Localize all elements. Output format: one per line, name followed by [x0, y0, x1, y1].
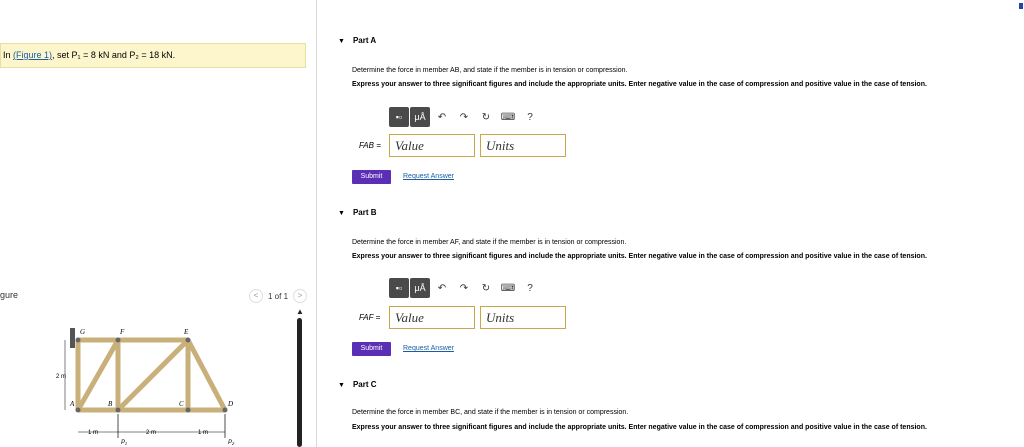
- part-b-title: Part B: [352, 208, 377, 217]
- next-figure-button[interactable]: >: [293, 289, 308, 303]
- part-a-units-input[interactable]: Units: [480, 134, 566, 157]
- dim-label-2: 2 m: [146, 430, 156, 436]
- part-c-header[interactable]: ▼ Part C: [338, 380, 377, 389]
- part-b-units-input[interactable]: Units: [480, 306, 566, 329]
- part-a-instruction: Express your answer to three significant…: [352, 81, 927, 88]
- part-a-question: Determine the force in member AB, and st…: [352, 67, 628, 74]
- undo-icon[interactable]: ↶: [431, 283, 453, 294]
- dim-label-1: 1 m: [88, 430, 98, 436]
- part-b-label: FAF =: [359, 313, 381, 322]
- part-b-header[interactable]: ▼ Part B: [338, 208, 377, 217]
- part-a-answer-row: FAB = Value Units: [359, 134, 571, 157]
- node-label-g: G: [80, 328, 85, 336]
- load-p1-label: P₁: [121, 440, 127, 446]
- keyboard-icon[interactable]: ⌨: [497, 283, 519, 294]
- figure-count: 1 of 1: [268, 291, 289, 301]
- part-b-submit-button[interactable]: Submit: [352, 342, 391, 356]
- part-b-answer-row: FAF = Value Units: [359, 306, 571, 329]
- part-a-title: Part A: [352, 36, 377, 45]
- scroll-up-icon[interactable]: ▲: [296, 307, 304, 316]
- node-label-f: F: [119, 328, 125, 336]
- help-icon[interactable]: ?: [519, 283, 541, 294]
- part-b-question: Determine the force in member AF, and st…: [352, 239, 627, 246]
- part-a-submit-button[interactable]: Submit: [352, 170, 391, 184]
- scrollbar[interactable]: [297, 318, 302, 447]
- part-b-request-answer-link[interactable]: Request Answer: [403, 345, 454, 352]
- part-b-toolbar: ▪▫ μÅ ↶ ↷ ↻ ⌨ ?: [389, 278, 541, 298]
- corner-indicator: [1019, 3, 1023, 9]
- prev-figure-button[interactable]: <: [249, 289, 263, 303]
- figure-label: gure: [0, 290, 19, 300]
- truss-members: [75, 337, 228, 413]
- undo-icon[interactable]: ↶: [431, 112, 453, 123]
- part-c-title: Part C: [352, 380, 377, 389]
- intro-text: , set P₁ = 8 kN and P₂ = 18 kN.: [52, 50, 176, 60]
- part-c-instruction: Express your answer to three significant…: [352, 424, 927, 431]
- units-button[interactable]: μÅ: [410, 107, 430, 127]
- reset-icon[interactable]: ↻: [475, 283, 497, 294]
- dim-label-3: 1 m: [198, 430, 208, 436]
- node-label-e: E: [183, 328, 189, 336]
- templates-button[interactable]: ▪▫: [389, 107, 409, 127]
- help-icon[interactable]: ?: [519, 112, 541, 123]
- collapse-icon[interactable]: ▼: [338, 210, 345, 217]
- redo-icon[interactable]: ↷: [453, 112, 475, 123]
- keyboard-icon[interactable]: ⌨: [497, 112, 519, 123]
- part-c-question: Determine the force in member BC, and st…: [352, 409, 629, 416]
- intro-prefix: In: [3, 50, 14, 60]
- part-a-request-answer-link[interactable]: Request Answer: [403, 173, 454, 180]
- templates-button[interactable]: ▪▫: [389, 278, 409, 298]
- truss-figure: G F E A B C D 2 m 1 m 2 m 1 m P₁ P₂: [56, 328, 235, 446]
- figure-link[interactable]: (Figure 1): [13, 50, 52, 60]
- node-label-d: D: [227, 400, 233, 408]
- load-p2-label: P₂: [228, 440, 235, 446]
- part-a-label: FAB =: [359, 141, 381, 150]
- height-label: 2 m: [56, 374, 66, 380]
- units-button[interactable]: μÅ: [410, 278, 430, 298]
- wall-support: [70, 328, 75, 348]
- part-b-value-input[interactable]: Value: [389, 306, 475, 329]
- redo-icon[interactable]: ↷: [453, 283, 475, 294]
- collapse-icon[interactable]: ▼: [338, 382, 345, 389]
- node-label-c: C: [179, 400, 184, 408]
- part-a-header[interactable]: ▼ Part A: [338, 36, 376, 45]
- problem-intro: In (Figure 1), set P₁ = 8 kN and P₂ = 18…: [0, 43, 306, 68]
- collapse-icon[interactable]: ▼: [338, 38, 345, 45]
- part-a-value-input[interactable]: Value: [389, 134, 475, 157]
- node-label-b: B: [108, 400, 113, 408]
- reset-icon[interactable]: ↻: [475, 112, 497, 123]
- node-label-a: A: [69, 400, 75, 408]
- part-b-instruction: Express your answer to three significant…: [352, 253, 927, 260]
- part-a-toolbar: ▪▫ μÅ ↶ ↷ ↻ ⌨ ?: [389, 107, 541, 127]
- figure-pager: < 1 of 1 >: [249, 289, 308, 303]
